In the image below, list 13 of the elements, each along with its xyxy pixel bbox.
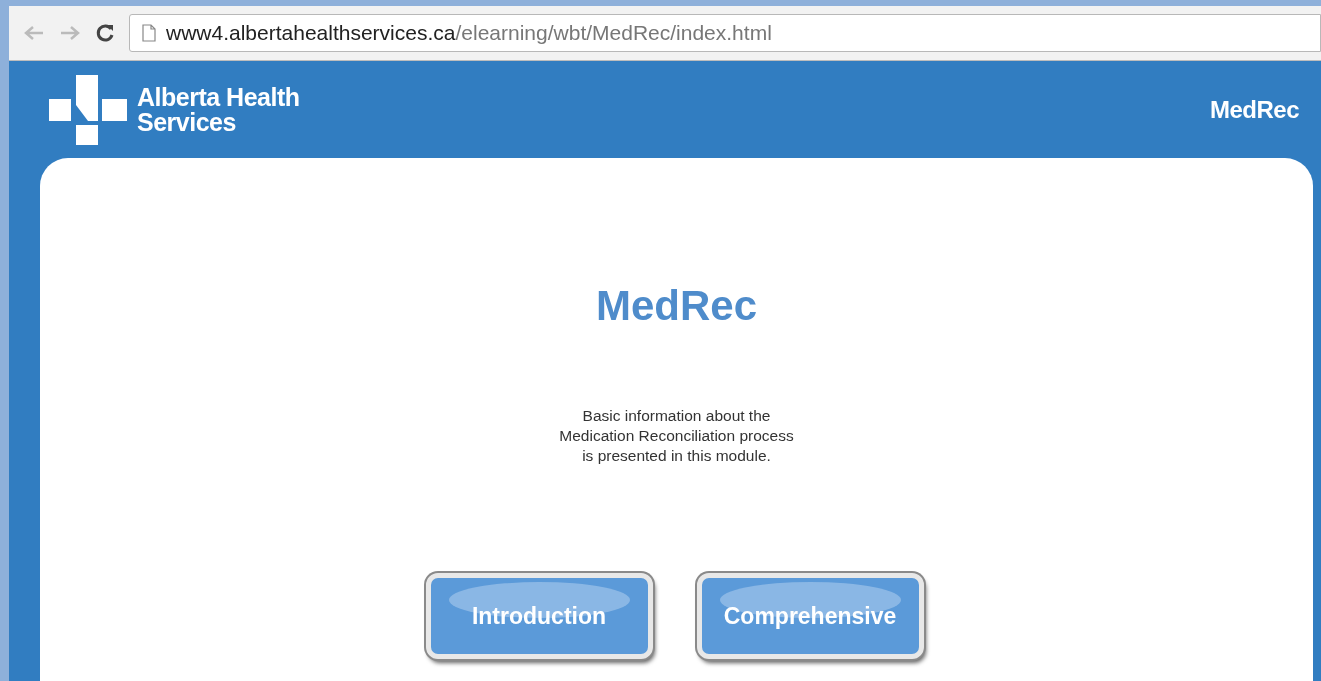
module-title: MedRec (595, 281, 758, 331)
module-button[interactable]: Introduction (425, 573, 653, 659)
back-arrow-icon[interactable] (23, 25, 45, 41)
module-button[interactable]: Comprehensive (696, 573, 924, 659)
logo-text: Alberta Health Services (137, 84, 300, 135)
header-title: MedRec (1209, 94, 1299, 125)
module-description: Basic information about the Medication Reconciliation process is presented in this module. (559, 406, 794, 466)
url-text: www4.albertahealthservices.ca/elearning/wbt/MedRec/index.html (166, 20, 772, 47)
address-bar[interactable]: www4.albertahealthservices.ca/elearning/wbt/MedRec/index.html (129, 14, 1321, 52)
reload-icon[interactable] (95, 23, 115, 43)
page-icon (142, 24, 156, 42)
cross-logo-icon (49, 74, 127, 145)
forward-arrow-icon[interactable] (59, 25, 81, 41)
